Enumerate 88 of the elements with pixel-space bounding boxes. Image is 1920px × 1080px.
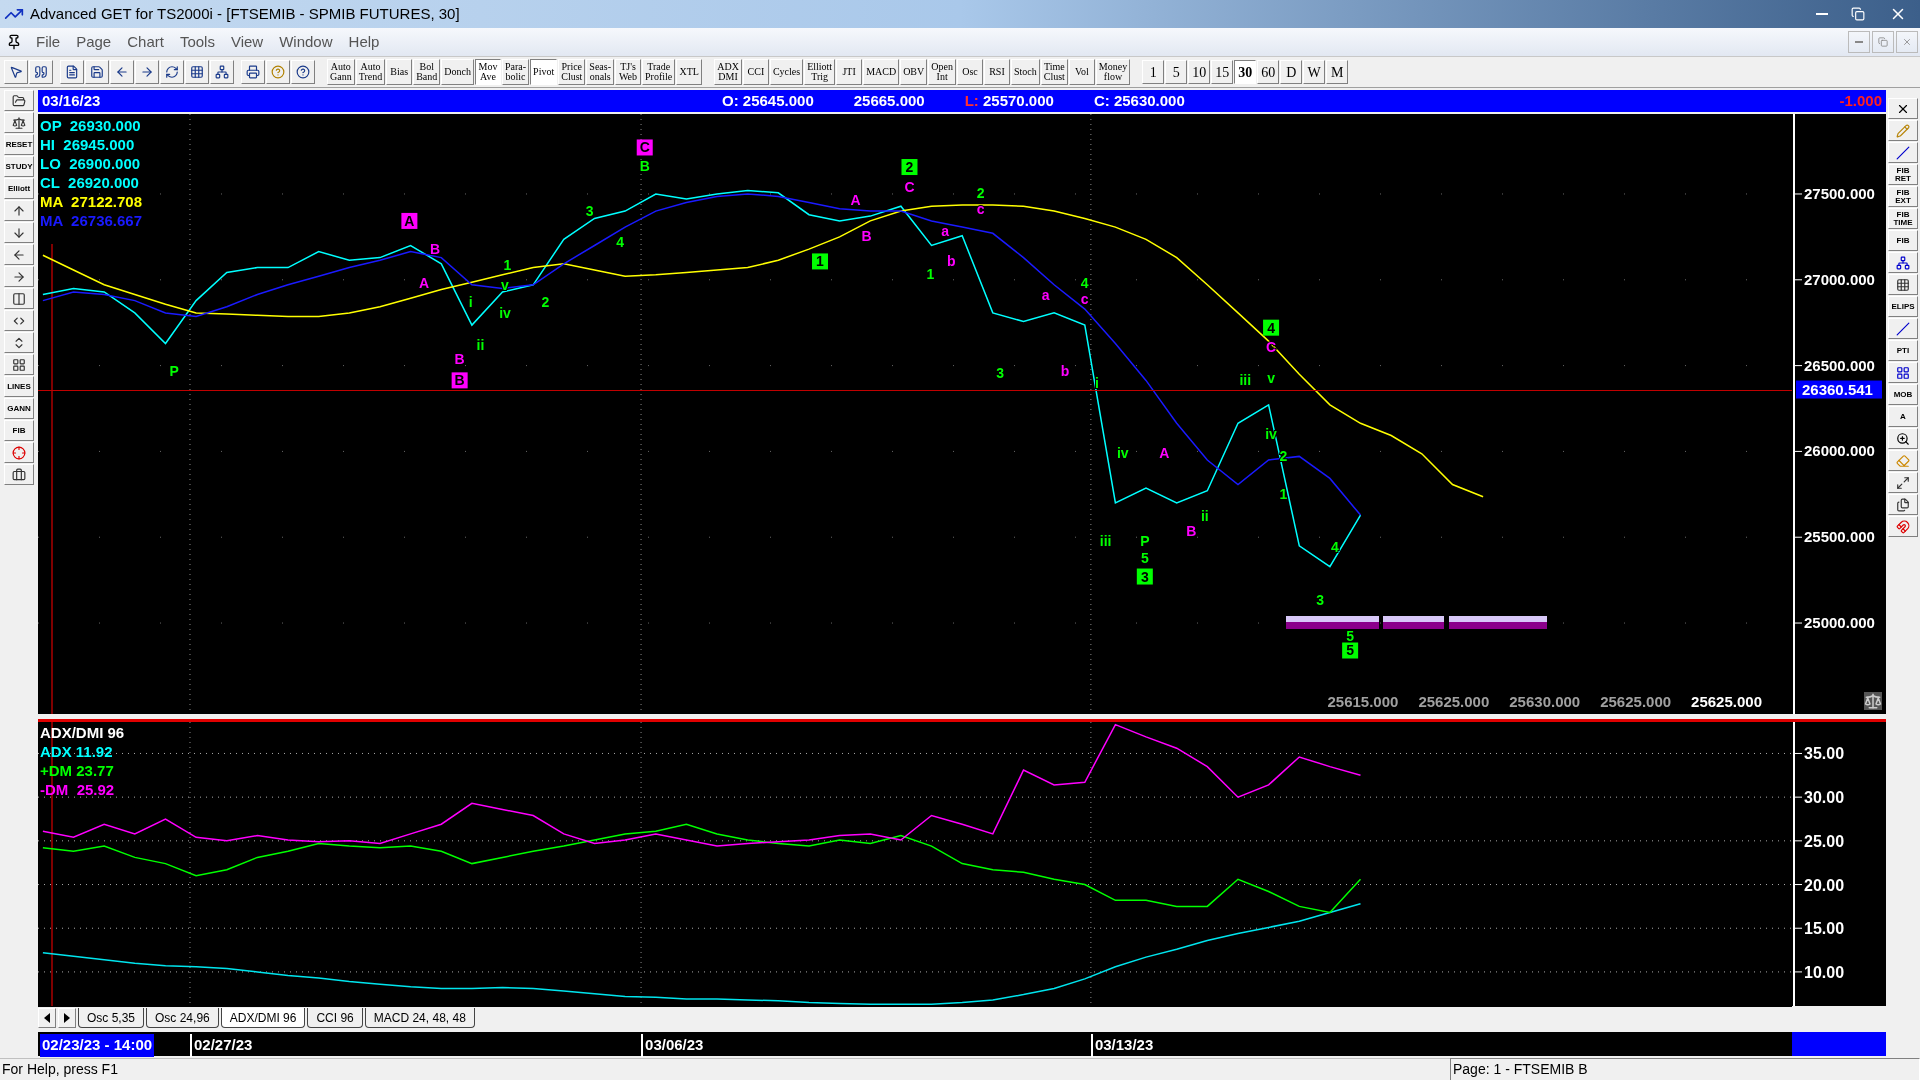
price-reading: 25625.000 xyxy=(1418,691,1490,712)
price-reading: 25625.000 xyxy=(1691,691,1762,712)
window-title: Advanced GET for TS2000i - [FTSEMIB - SPMIB FUTURES, 30] xyxy=(30,3,460,24)
wave-label: iii xyxy=(1239,372,1252,389)
legend-entry: MA 27122.708 xyxy=(40,192,142,211)
wave-label: B xyxy=(639,157,650,174)
axis-label: 35.00 xyxy=(1804,745,1845,763)
wave-label: 2 xyxy=(541,293,550,310)
legend-entry: ADX 11.92 xyxy=(40,742,114,761)
wave-label: P xyxy=(169,362,179,379)
axis-label: 26500.000 xyxy=(1804,356,1875,374)
price-reading: 25630.000 xyxy=(1509,691,1581,712)
axis-label: 25000.000 xyxy=(1804,614,1875,632)
wave-label: 3 xyxy=(1136,568,1153,585)
wave-label: B xyxy=(430,241,441,258)
wave-label: 1 xyxy=(503,257,512,274)
legend-entry: ADX/DMI 96 xyxy=(40,723,125,742)
wave-label: 4 xyxy=(1080,275,1089,292)
wave-label: iv xyxy=(1116,444,1129,461)
info-change: -1.000 xyxy=(1839,90,1882,111)
wave-label: 3 xyxy=(996,365,1005,381)
wave-label: 3 xyxy=(1316,591,1324,608)
info-value: C: 25630.000 xyxy=(1093,90,1185,111)
wave-label: B xyxy=(451,372,468,389)
wave-label: ii xyxy=(476,336,485,353)
wave-label: 1 xyxy=(812,253,828,270)
wave-label: b xyxy=(1060,362,1070,379)
info-date: 03/16/23 xyxy=(42,90,102,111)
wave-label: 4 xyxy=(1330,539,1339,555)
info-value: O: 25645.000 xyxy=(722,90,814,111)
legend-entry: HI 26945.000 xyxy=(40,135,136,154)
wave-label: C xyxy=(636,139,653,156)
wave-label: 5 xyxy=(1342,642,1359,659)
wave-label: i xyxy=(468,293,473,310)
wave-label: P xyxy=(1140,532,1150,549)
wave-label: B xyxy=(861,227,872,244)
status-page-text: Page: 1 - FTSEMIB B xyxy=(1450,1058,1920,1080)
wave-label: ii xyxy=(1201,508,1209,525)
wave-label: c xyxy=(976,200,985,217)
info-value: 25665.000 xyxy=(853,90,925,111)
date-label: 02/23/23 - 14:00 xyxy=(40,1034,155,1057)
wave-label: i xyxy=(1095,374,1099,391)
wave-label: A xyxy=(419,275,430,292)
wave-label: C xyxy=(904,178,915,195)
wave-label: 1 xyxy=(1279,486,1288,503)
wave-label: A xyxy=(401,212,418,229)
wave-label: B xyxy=(1186,523,1197,540)
date-label: 03/06/23 xyxy=(641,1034,704,1057)
wave-label: 4 xyxy=(616,233,625,250)
axis-label: 10.00 xyxy=(1804,963,1845,981)
legend-entry: -DM 25.92 xyxy=(40,780,116,799)
date-label: 02/27/23 xyxy=(190,1034,253,1057)
status-help-text: For Help, press F1 xyxy=(1,1060,119,1079)
wave-label: C xyxy=(1266,339,1277,356)
wave-label: B xyxy=(454,351,465,368)
wave-label: 3 xyxy=(585,203,594,220)
wave-label: 5 xyxy=(1140,550,1149,566)
axis-label: 15.00 xyxy=(1804,920,1845,938)
legend-entry: +DM 23.77 xyxy=(40,761,115,780)
axis-label: 26000.000 xyxy=(1804,442,1875,460)
price-reading: 25625.000 xyxy=(1600,691,1672,712)
legend-entry: CL 26920.000 xyxy=(40,173,140,192)
wave-label: 2 xyxy=(901,159,918,176)
wave-label: b xyxy=(946,253,956,270)
axis-label: 25500.000 xyxy=(1804,528,1875,546)
wave-label: iii xyxy=(1099,532,1112,549)
wave-label: 1 xyxy=(926,265,935,282)
wave-label: A xyxy=(1159,444,1170,461)
axis-label: 27000.000 xyxy=(1804,270,1875,288)
legend-entry: MA 26736.667 xyxy=(40,211,142,230)
price-reading: 25615.000 xyxy=(1327,691,1399,712)
legend-entry: OP 26930.000 xyxy=(40,116,142,135)
wave-label: v xyxy=(1267,369,1275,386)
wave-label: 4 xyxy=(1263,319,1280,336)
wave-label: c xyxy=(1080,291,1089,308)
axis-label: 30.00 xyxy=(1804,789,1845,807)
wave-label: iv xyxy=(499,304,511,321)
date-label: 03/13/23 xyxy=(1090,1034,1154,1057)
wave-label: a xyxy=(1041,286,1050,303)
wave-label: 5 xyxy=(1346,627,1355,644)
axis-label: 20.00 xyxy=(1804,876,1845,894)
axis-label: 27500.000 xyxy=(1804,185,1875,202)
axis-label: 25.00 xyxy=(1804,832,1845,850)
wave-label: a xyxy=(941,222,949,239)
info-value: L: 25570.000 xyxy=(964,90,1054,111)
wave-label: A xyxy=(850,192,861,209)
wave-label: 2 xyxy=(976,184,985,201)
legend-entry: LO 26900.000 xyxy=(40,154,142,173)
